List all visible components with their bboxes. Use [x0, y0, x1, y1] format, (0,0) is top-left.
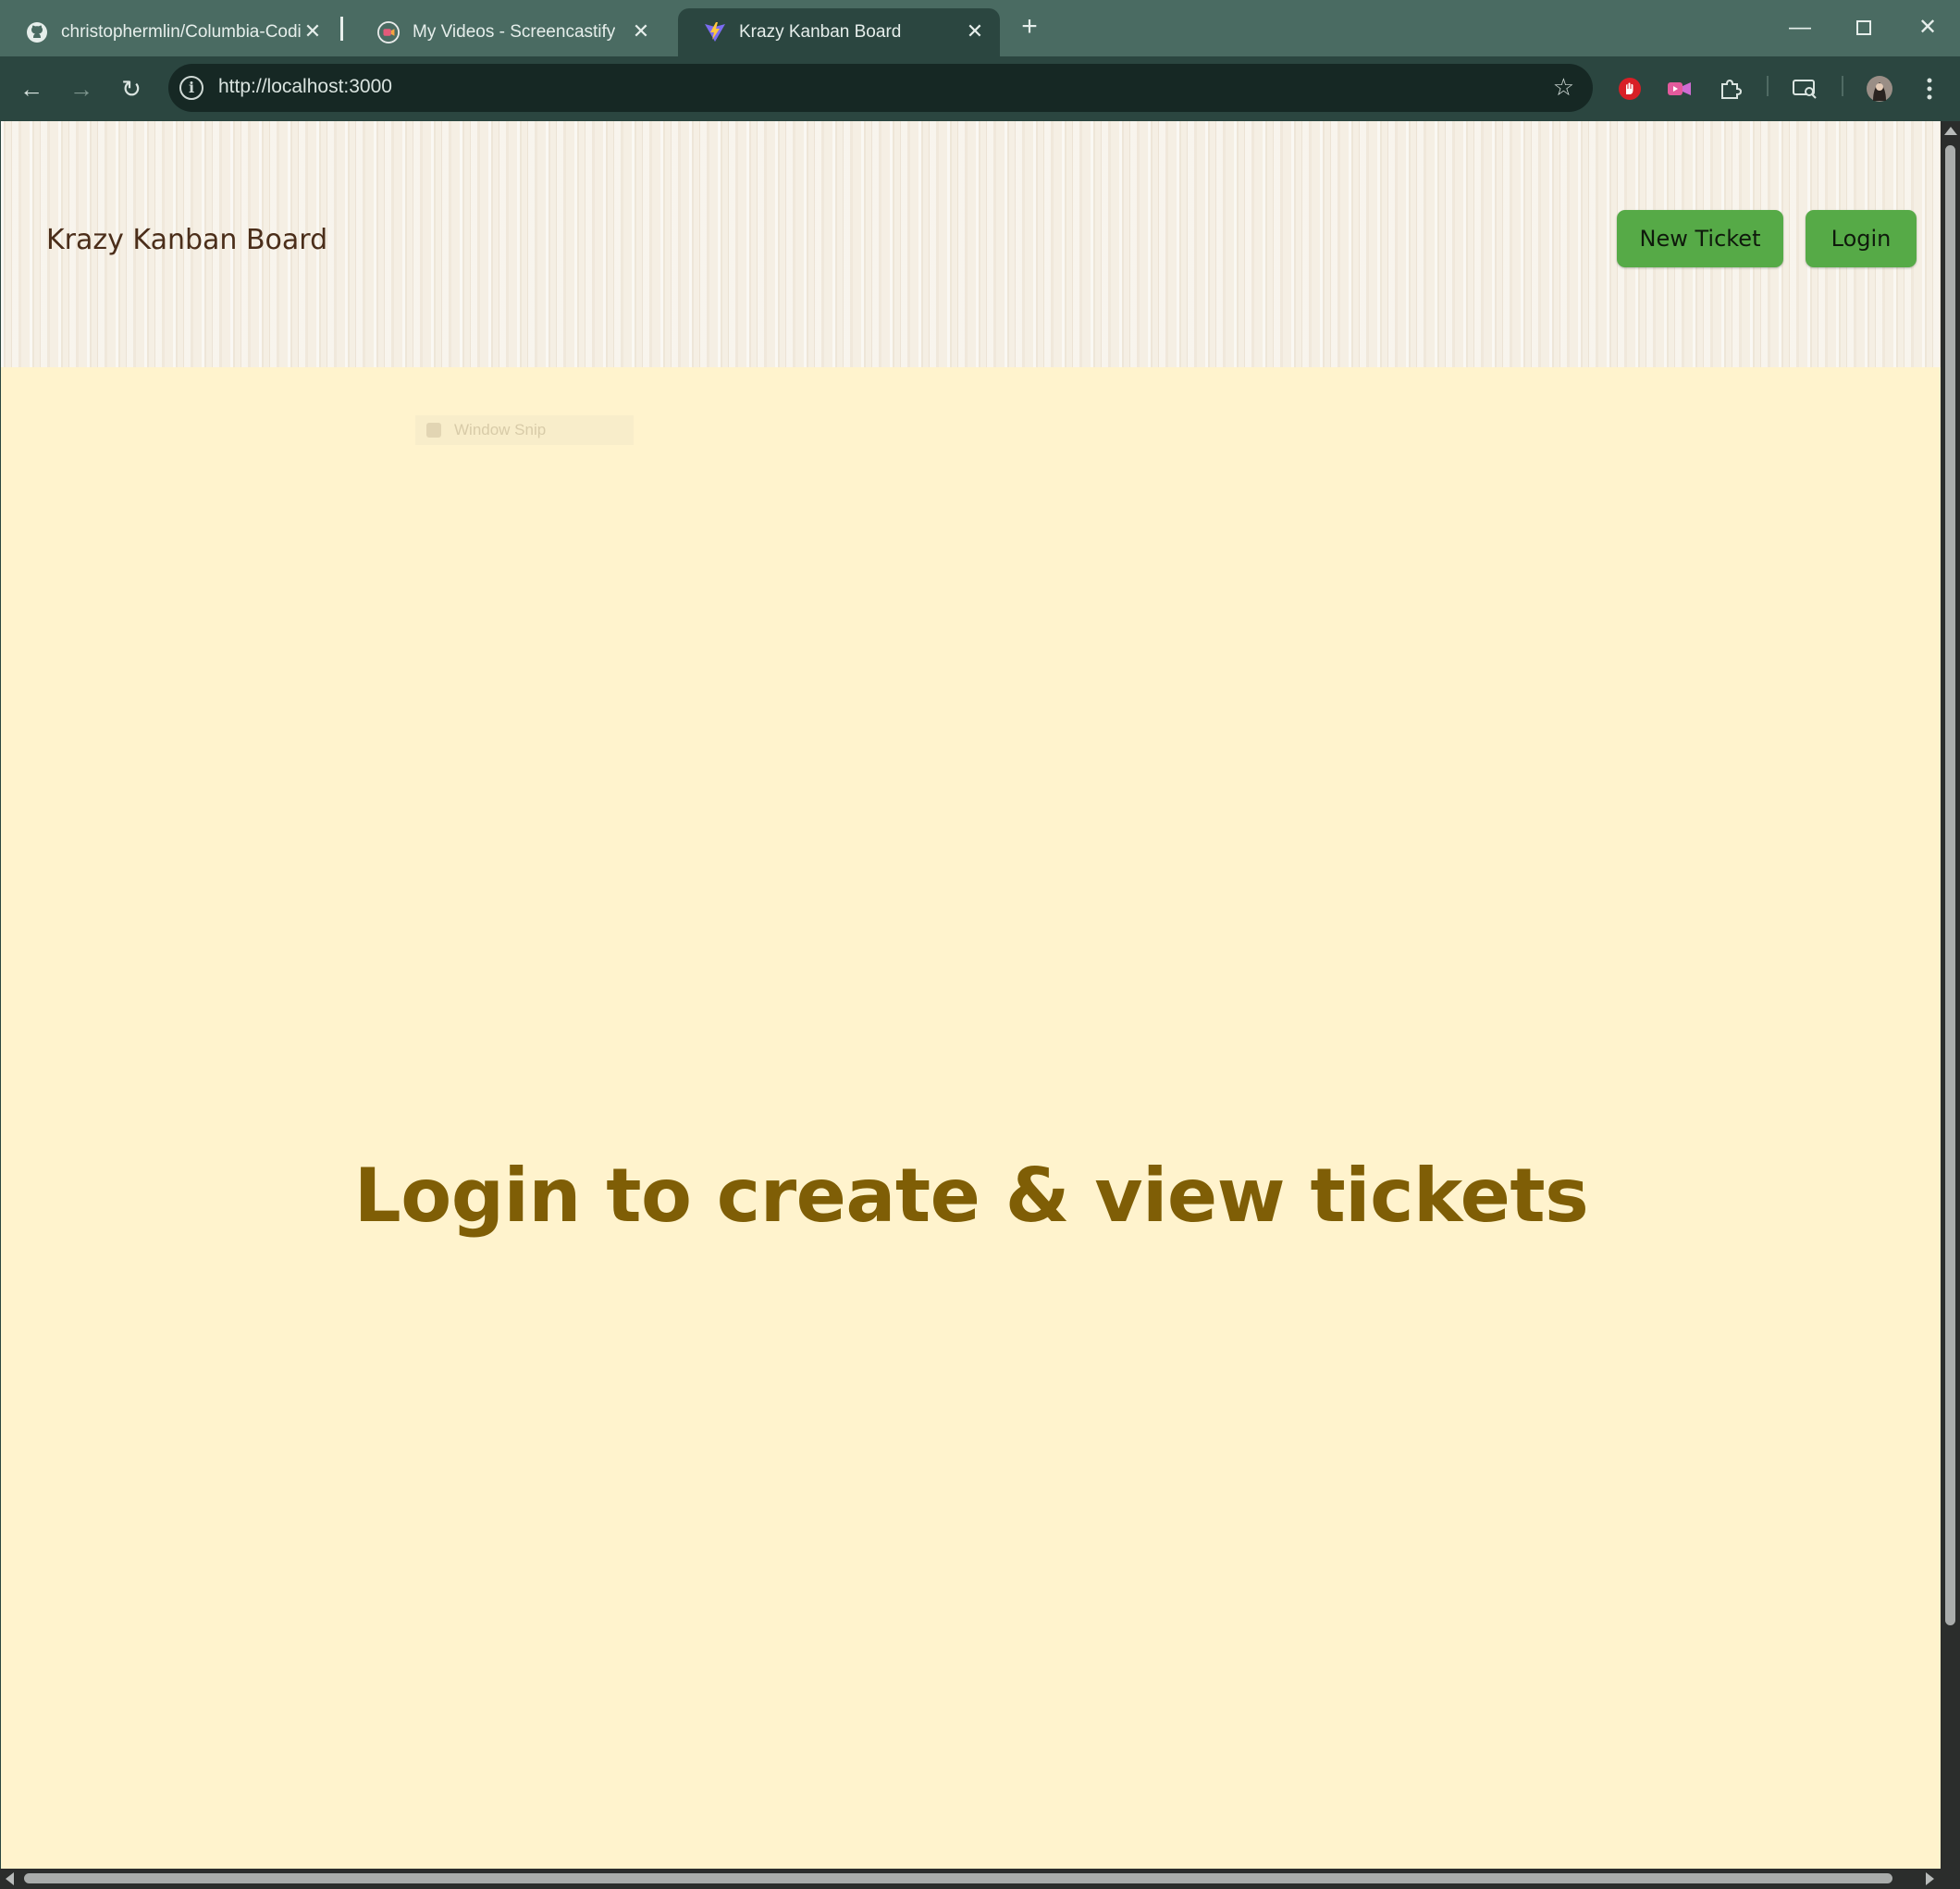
- page-header: Krazy Kanban Board New Ticket Login: [1, 121, 1941, 367]
- vite-icon: [704, 21, 726, 43]
- tab-title: Krazy Kanban Board: [739, 22, 902, 42]
- browser-toolbar: ← → ↻ i http://localhost:3000 ☆: [0, 56, 1960, 121]
- minimize-button[interactable]: —: [1781, 9, 1818, 46]
- adblock-extension-icon[interactable]: [1616, 75, 1644, 103]
- login-prompt-heading: Login to create & view tickets: [353, 1153, 1589, 1239]
- snip-icon: [426, 423, 441, 438]
- new-ticket-button[interactable]: New Ticket: [1617, 210, 1783, 267]
- close-icon[interactable]: ✕: [629, 19, 653, 43]
- site-info-icon[interactable]: i: [179, 76, 203, 100]
- screencastify-extension-icon[interactable]: [1666, 75, 1694, 103]
- extensions-puzzle-icon[interactable]: [1717, 75, 1744, 103]
- screencastify-icon: [377, 21, 400, 43]
- menu-kebab-icon[interactable]: [1916, 75, 1943, 103]
- cast-search-icon[interactable]: [1791, 75, 1818, 103]
- toolbar-divider: [1767, 76, 1769, 96]
- horizontal-scrollbar[interactable]: [0, 1869, 1960, 1889]
- address-bar[interactable]: i http://localhost:3000 ☆: [168, 64, 1593, 112]
- back-button[interactable]: ←: [13, 70, 50, 107]
- horizontal-scroll-thumb[interactable]: [24, 1873, 1892, 1883]
- tab-title: christophermlin/Columbia-Codi: [61, 22, 302, 42]
- close-icon[interactable]: ✕: [301, 19, 325, 43]
- github-icon: [26, 21, 48, 43]
- scroll-left-arrow-icon[interactable]: [6, 1872, 14, 1885]
- tab-separator: [340, 17, 343, 41]
- window-snip-ghost: Window Snip: [415, 415, 634, 445]
- scroll-up-arrow-icon[interactable]: [1944, 127, 1957, 135]
- bookmark-star-icon[interactable]: ☆: [1553, 73, 1574, 102]
- tab-title: My Videos - Screencastify: [413, 22, 616, 42]
- tab-krazy-kanban[interactable]: Krazy Kanban Board ✕: [678, 8, 1000, 56]
- toolbar-divider: [1842, 76, 1843, 96]
- close-icon[interactable]: ✕: [963, 19, 987, 43]
- scroll-right-arrow-icon[interactable]: [1926, 1872, 1934, 1885]
- maximize-button[interactable]: [1845, 9, 1882, 46]
- tab-strip: christophermlin/Columbia-Codi ✕ My Video…: [0, 0, 1960, 56]
- page-viewport: Krazy Kanban Board New Ticket Login Wind…: [0, 121, 1941, 1869]
- close-window-button[interactable]: ✕: [1909, 9, 1946, 46]
- tab-github[interactable]: christophermlin/Columbia-Codi ✕: [0, 8, 338, 56]
- tab-screencastify[interactable]: My Videos - Screencastify ✕: [351, 8, 666, 56]
- login-button[interactable]: Login: [1806, 210, 1917, 267]
- address-url[interactable]: http://localhost:3000: [218, 76, 392, 98]
- forward-button[interactable]: →: [63, 70, 100, 107]
- window-snip-label: Window Snip: [454, 421, 547, 438]
- vertical-scroll-thumb[interactable]: [1945, 145, 1955, 1625]
- vertical-scrollbar[interactable]: [1941, 121, 1960, 1869]
- profile-avatar[interactable]: [1866, 75, 1893, 103]
- new-tab-button[interactable]: +: [1014, 11, 1045, 43]
- reload-button[interactable]: ↻: [113, 70, 150, 107]
- brand-title[interactable]: Krazy Kanban Board: [46, 224, 327, 256]
